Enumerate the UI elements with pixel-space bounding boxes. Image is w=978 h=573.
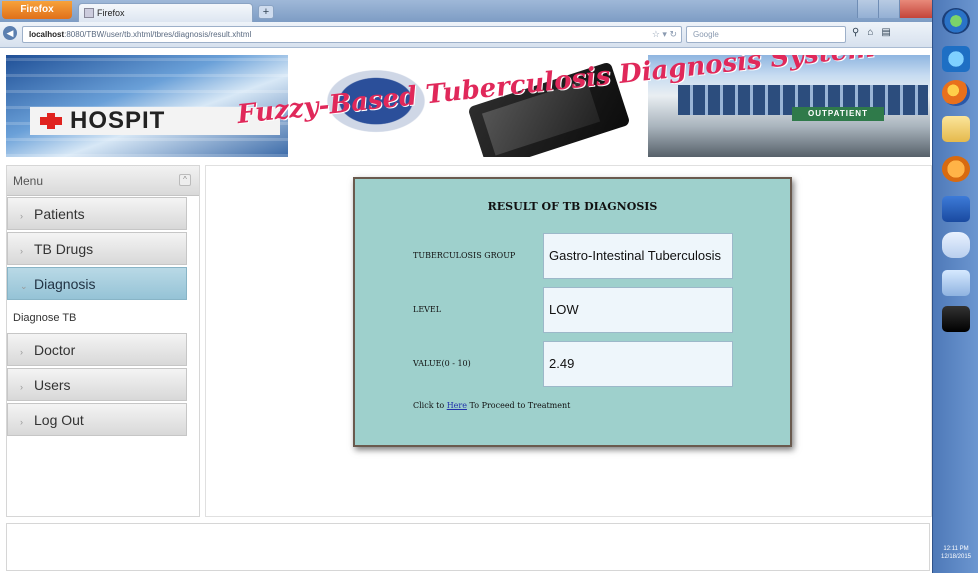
folder-icon[interactable] [942,116,970,142]
browser-tab-bar: Firefox Firefox + [0,0,932,22]
minimize-button[interactable] [857,0,878,18]
chevron-down-icon: ⌄ [20,281,28,291]
result-title: RESULT OF TB DIAGNOSIS [487,200,658,213]
red-cross-icon [40,113,62,129]
sidebar-item-label: Log Out [34,412,84,428]
windows-taskbar: 12:11 PM 12/18/2015 [932,0,978,573]
sidebar-item-label: Users [34,377,71,393]
value-field[interactable]: 2.49 [543,341,733,387]
search-bar[interactable]: Google [686,26,846,43]
page-footer [6,523,930,571]
toolbar-icons: ⚲⌂▤ [852,27,899,38]
maximize-button[interactable] [878,0,899,18]
chevron-right-icon: › [20,417,23,427]
sidebar-item-label: Diagnosis [34,276,96,292]
search-engine-label: Google [693,30,719,39]
browser-tab[interactable]: Firefox [78,3,253,22]
bookmark-star-icon[interactable]: ☆ ▾ ↻ [652,29,677,40]
address-bar[interactable]: localhost:8080/TBW/user/tb.xhtml/tbres/d… [22,26,682,43]
search-icon[interactable]: ⚲ [852,27,867,38]
ie-icon[interactable] [942,46,970,72]
chevron-right-icon: › [20,347,23,357]
chevron-right-icon: › [20,382,23,392]
word-icon[interactable] [942,196,970,222]
system-clock[interactable]: 12:11 PM 12/18/2015 [935,545,977,561]
media-player-icon[interactable] [942,156,970,182]
clock-date: 12/18/2015 [940,554,972,560]
security-shield-icon[interactable] [942,232,970,258]
hospital-sign-text: HOSPIT [70,107,166,134]
sidebar-menu: Menu ^ › Patients › TB Drugs ⌄ Diagnosis Di… [6,165,200,517]
terminal-icon[interactable] [942,306,970,332]
value-label: VALUE(0 - 10) [413,359,471,368]
sidebar-item-patients[interactable]: › Patients [7,197,187,230]
tb-group-field[interactable]: Gastro-Intestinal Tuberculosis [543,233,733,279]
collapse-icon[interactable]: ^ [179,174,191,186]
sidebar-item-log-out[interactable]: › Log Out [7,403,187,436]
url-host: localhost [29,30,65,39]
result-panel: RESULT OF TB DIAGNOSIS TUBERCULOSIS GROU… [353,177,792,447]
sidebar-item-label: Patients [34,206,85,222]
url-path: :8080/TBW/user/tb.xhtml/tbres/diagnosis/… [64,30,252,39]
favicon-icon [84,8,94,18]
proceed-suffix: To Proceed to Treatment [466,401,571,410]
proceed-to-treatment-link[interactable]: Here [447,401,467,410]
outpatient-sign: OUTPATIENT [792,107,884,121]
tab-title: Firefox [97,8,125,18]
new-tab-button[interactable]: + [258,5,274,19]
main-content: RESULT OF TB DIAGNOSIS TUBERCULOSIS GROU… [205,165,932,517]
sidebar-item-diagnosis[interactable]: ⌄ Diagnosis [7,267,187,300]
menu-header-label: Menu [13,174,44,188]
proceed-instruction: Click to Here To Proceed to Treatment [413,401,570,410]
sidebar-item-users[interactable]: › Users [7,368,187,401]
level-label: LEVEL [413,305,442,314]
sidebar-item-label: TB Drugs [34,241,94,257]
close-button[interactable] [899,0,932,18]
tb-group-label: TUBERCULOSIS GROUP [413,251,516,260]
menu-header[interactable]: Menu ^ [7,166,199,196]
web-page: HOSPIT OUTPATIENT Fuzzy-Based Tuberculos… [0,49,932,573]
submenu-item-diagnose-tb[interactable]: Diagnose TB [7,302,199,332]
back-arrow-icon[interactable]: ◀ [3,26,17,40]
chevron-right-icon: › [20,211,23,221]
clock-time: 12:11 PM [943,546,969,552]
firefox-menu-button[interactable]: Firefox [2,1,72,19]
level-field[interactable]: LOW [543,287,733,333]
firefox-icon[interactable] [942,80,970,106]
browser-nav-bar: ◀ localhost:8080/TBW/user/tb.xhtml/tbres… [0,22,932,48]
sidebar-item-label: Doctor [34,342,76,358]
chevron-right-icon: › [20,246,23,256]
sidebar-item-tb-drugs[interactable]: › TB Drugs [7,232,187,265]
header-banner: HOSPIT OUTPATIENT Fuzzy-Based Tuberculos… [6,55,930,157]
start-orb-icon[interactable] [942,8,970,34]
sidebar-item-doctor[interactable]: › Doctor [7,333,187,366]
proceed-prefix: Click to [413,401,447,410]
bookmarks-menu-icon[interactable]: ▤ [881,27,898,38]
home-icon[interactable]: ⌂ [867,27,881,38]
network-icon[interactable] [942,270,970,296]
window-controls [857,0,932,18]
